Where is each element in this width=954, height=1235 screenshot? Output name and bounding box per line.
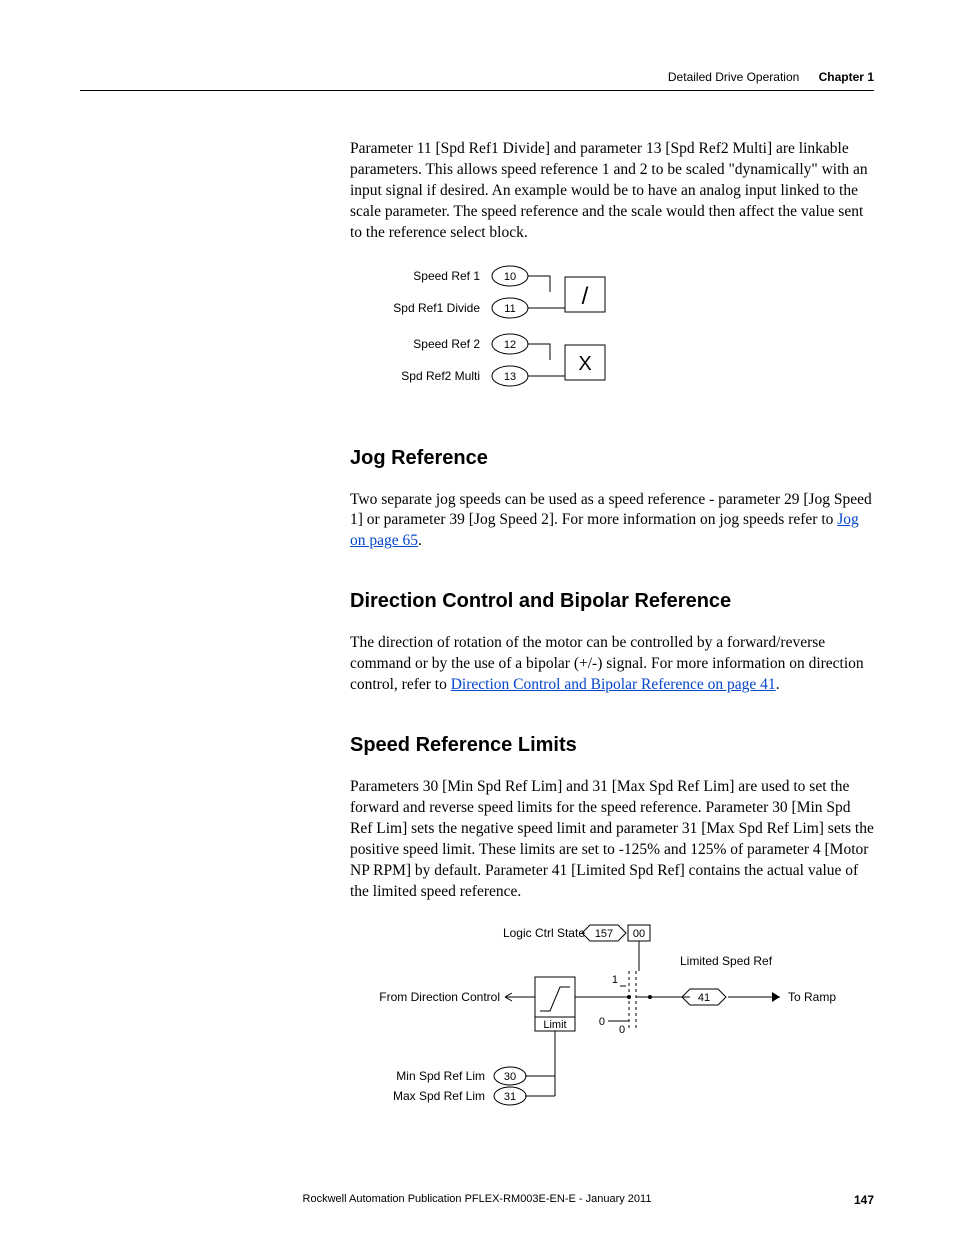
d2-sw0b: 0	[619, 1024, 625, 1036]
d2-limit-label: Limit	[543, 1019, 566, 1031]
header-chapter: Chapter 1	[819, 70, 874, 84]
d2-logic-bit: 00	[633, 928, 645, 940]
d1-r2-num: 11	[504, 303, 515, 315]
page-footer: Rockwell Automation Publication PFLEX-RM…	[80, 1193, 874, 1205]
heading-jog: Jog Reference	[350, 445, 874, 472]
d2-sw1: 1	[612, 974, 618, 986]
d1-r4-num: 13	[504, 371, 516, 383]
d1-r1-label: Speed Ref 1	[413, 269, 480, 283]
jog-paragraph: Two separate jog speeds can be used as a…	[350, 490, 874, 553]
d1-r2-label: Spd Ref1 Divide	[393, 301, 480, 315]
d1-r1-num: 10	[504, 271, 516, 283]
d1-op1: /	[582, 283, 589, 310]
d2-logic-label: Logic Ctrl State	[503, 926, 585, 940]
d2-to-ramp: To Ramp	[788, 990, 836, 1004]
jog-text: Two separate jog speeds can be used as a…	[350, 491, 872, 529]
d1-r3-num: 12	[504, 339, 516, 351]
d2-from-label: From Direction Control	[379, 990, 500, 1004]
direction-link[interactable]: Direction Control and Bipolar Reference …	[451, 676, 776, 693]
d2-min-num: 30	[504, 1071, 516, 1083]
content-area: Parameter 11 [Spd Ref1 Divide] and param…	[350, 139, 874, 1118]
direction-paragraph: The direction of rotation of the motor c…	[350, 633, 874, 696]
d1-op2: X	[578, 353, 591, 375]
d2-max-num: 31	[504, 1091, 516, 1103]
header-rule	[80, 90, 874, 91]
heading-direction: Direction Control and Bipolar Reference	[350, 588, 874, 615]
d1-r3-label: Speed Ref 2	[413, 337, 480, 351]
d2-out-num: 41	[698, 992, 710, 1004]
d2-min-label: Min Spd Ref Lim	[396, 1069, 485, 1083]
intro-paragraph: Parameter 11 [Spd Ref1 Divide] and param…	[350, 139, 874, 244]
d2-logic-num: 157	[595, 928, 613, 940]
d1-r4-label: Spd Ref2 Multi	[401, 369, 480, 383]
speed-limits-paragraph: Parameters 30 [Min Spd Ref Lim] and 31 […	[350, 777, 874, 903]
speed-ref-diagram: Speed Ref 1 10 Spd Ref1 Divide 11 / Spee…	[350, 262, 680, 402]
footer-page-number: 147	[854, 1193, 874, 1207]
header-section: Detailed Drive Operation	[668, 70, 799, 84]
d2-sw0a: 0	[599, 1016, 605, 1028]
footer-publication: Rockwell Automation Publication PFLEX-RM…	[303, 1193, 652, 1205]
page-header: Detailed Drive Operation Chapter 1	[80, 70, 874, 84]
d2-max-label: Max Spd Ref Lim	[393, 1089, 485, 1103]
speed-limit-diagram: Logic Ctrl State 157 00 Limited Sped Ref…	[350, 921, 870, 1111]
heading-speed-limits: Speed Reference Limits	[350, 732, 874, 759]
d2-limited-label: Limited Sped Ref	[680, 954, 773, 968]
